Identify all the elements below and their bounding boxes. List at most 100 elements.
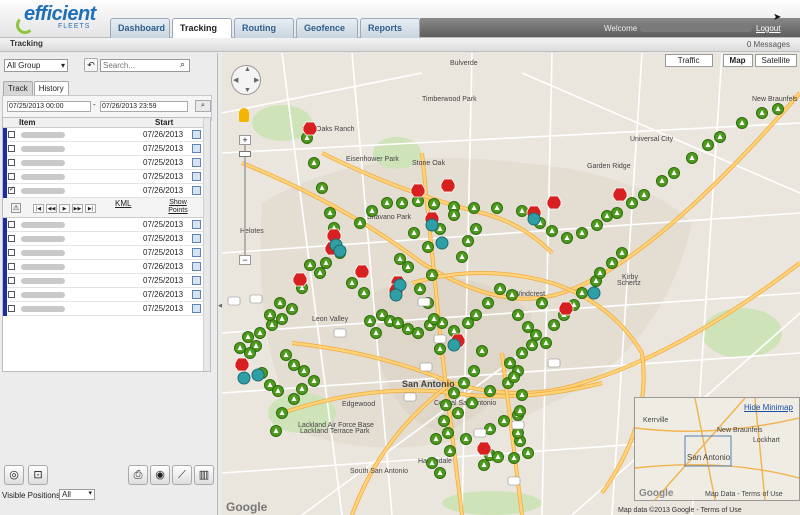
tab-routing[interactable]: Routing (234, 18, 294, 38)
warning-icon[interactable]: ⚠ (11, 203, 21, 213)
rewind-icon[interactable]: ◀◀ (46, 204, 57, 213)
row-status-bar (3, 170, 7, 184)
table-row[interactable]: 07/25/2013 (3, 232, 210, 246)
table-row[interactable]: 07/25/2013 (3, 170, 210, 184)
tab-reports[interactable]: Reports (360, 18, 420, 38)
row-checkbox[interactable] (8, 291, 15, 298)
forward-icon[interactable]: ▶▶ (72, 204, 83, 213)
street-view-icon[interactable] (239, 108, 249, 122)
date-from-field[interactable]: 07/25/2013 00:00 (7, 101, 91, 112)
details-icon[interactable] (192, 144, 201, 153)
row-checkbox[interactable] (8, 145, 15, 152)
search-go-button[interactable]: ⌕ (195, 100, 211, 112)
row-checkbox[interactable] (8, 263, 15, 270)
table-row[interactable]: 07/25/2013 (3, 302, 210, 316)
table-row[interactable]: 07/26/2013 (3, 184, 210, 198)
zoom-extent-icon[interactable]: ⊡ (28, 465, 48, 485)
visible-positions-select[interactable]: All (59, 489, 95, 500)
stop-marker-icon (612, 187, 628, 202)
table-row[interactable]: 07/25/2013 (3, 246, 210, 260)
satellite-button[interactable]: Satellite (754, 54, 797, 67)
row-checkbox[interactable] (8, 221, 15, 228)
table-row[interactable]: 07/26/2013 (3, 288, 210, 302)
minimap-label: Kerrville (643, 417, 668, 424)
ruler-icon[interactable]: ⟋ (172, 465, 192, 485)
kml-link[interactable]: KML (115, 199, 131, 208)
map-type-controls: Traffic Map Satellite (664, 54, 797, 67)
details-icon[interactable] (192, 234, 201, 243)
row-checkbox[interactable] (8, 131, 15, 138)
globe-icon[interactable]: ◉ (150, 465, 170, 485)
pan-right-icon[interactable]: ▶ (254, 76, 259, 84)
idle-marker-icon (251, 368, 265, 382)
table-row[interactable]: 07/25/2013 (3, 142, 210, 156)
logo: efficient FLEETS (12, 2, 104, 36)
zoom-slider-thumb[interactable] (239, 151, 251, 157)
details-icon[interactable] (192, 276, 201, 285)
hide-minimap-link[interactable]: Hide Minimap (744, 403, 793, 412)
print-icon[interactable]: ⎙ (128, 465, 148, 485)
table-row[interactable]: 07/25/2013 (3, 156, 210, 170)
row-checkbox[interactable] (8, 185, 15, 194)
traffic-button[interactable]: Traffic (664, 54, 713, 67)
table-row[interactable]: 07/26/2013 (3, 128, 210, 142)
details-icon[interactable] (192, 158, 201, 167)
group-select[interactable]: All Group (4, 59, 68, 72)
tab-dashboard[interactable]: Dashboard (110, 18, 170, 38)
table-row[interactable]: 07/25/2013 (3, 274, 210, 288)
row-checkbox[interactable] (8, 173, 15, 180)
tab-history[interactable]: History (33, 81, 69, 95)
details-icon[interactable] (192, 130, 201, 139)
messages-count[interactable]: 0 Messages (747, 40, 790, 49)
playback-controls: ⚠ |◀ ◀◀ ▶ ▶▶ ▶| KML Show Points (3, 198, 210, 218)
details-icon[interactable] (192, 248, 201, 257)
details-icon[interactable] (192, 262, 201, 271)
col-item: Item (19, 118, 36, 127)
details-icon[interactable] (192, 172, 201, 181)
map-button[interactable]: Map (722, 54, 753, 67)
table-row[interactable]: 07/25/2013 (3, 218, 210, 232)
locate-icon[interactable]: ◎ (4, 465, 24, 485)
zoom-slider[interactable] (244, 143, 246, 258)
trash-icon[interactable]: ▥ (194, 465, 214, 485)
highway-shield-icon (511, 420, 525, 430)
idle-marker-icon (333, 244, 347, 258)
back-arrow-icon[interactable]: ↶ (84, 58, 98, 72)
details-icon[interactable] (192, 186, 201, 195)
pan-control[interactable]: ▲ ▼ ◀ ▶ (231, 65, 261, 95)
last-icon[interactable]: ▶| (85, 204, 96, 213)
logout-link[interactable]: Logout (756, 24, 780, 33)
pan-up-icon[interactable]: ▲ (244, 66, 251, 73)
search-icon[interactable]: ⌕ (180, 59, 185, 70)
row-checkbox[interactable] (8, 277, 15, 284)
date-to-field[interactable]: 07/26/2013 23:59 (100, 101, 188, 112)
pan-down-icon[interactable]: ▼ (244, 87, 251, 94)
logo-word: efficient (24, 3, 96, 25)
list-header: Item Start (3, 118, 210, 128)
details-icon[interactable] (192, 220, 201, 229)
tab-tracking[interactable]: Tracking (172, 18, 232, 39)
minimap[interactable]: Kerrville New Braunfels Lockhart San Antoni… (634, 397, 800, 501)
pan-left-icon[interactable]: ◀ (233, 76, 238, 84)
show-points-link[interactable]: Show Points (163, 199, 193, 215)
play-icon[interactable]: ▶ (59, 204, 70, 213)
list-scrollbar[interactable] (203, 118, 210, 371)
zoom-out-button[interactable]: − (239, 255, 251, 265)
tab-geofence[interactable]: Geofence (296, 18, 358, 38)
details-icon[interactable] (192, 304, 201, 313)
vehicle-name-redacted (21, 306, 65, 312)
row-checkbox[interactable] (8, 305, 15, 312)
map-canvas[interactable]: Bulverde Timberwood Park Stone Oak New Brau… (222, 53, 800, 515)
details-icon[interactable] (192, 290, 201, 299)
table-row[interactable]: 07/26/2013 (3, 260, 210, 274)
tab-track[interactable]: Track (3, 81, 33, 95)
row-checkbox[interactable] (8, 249, 15, 256)
zoom-in-button[interactable]: + (239, 135, 251, 145)
row-checkbox[interactable] (8, 235, 15, 242)
map-label: Windcrest (514, 291, 545, 298)
stop-marker-icon (234, 357, 250, 372)
row-checkbox[interactable] (8, 159, 15, 166)
first-icon[interactable]: |◀ (33, 204, 44, 213)
search-input[interactable] (100, 59, 190, 72)
map-label: Timberwood Park (422, 96, 477, 103)
